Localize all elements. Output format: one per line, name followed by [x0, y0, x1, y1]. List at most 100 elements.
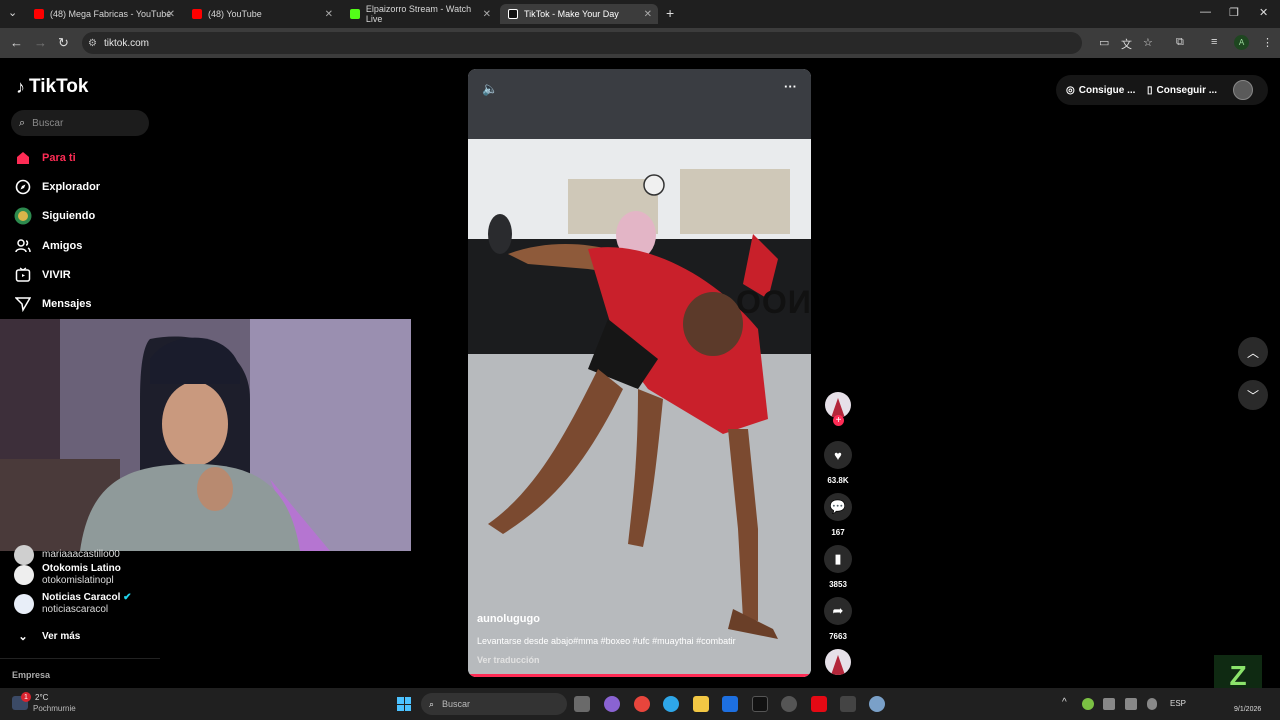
video-progress-bar[interactable] — [468, 674, 811, 677]
heart-icon: ♥ — [834, 447, 842, 463]
tiktok-icon — [508, 9, 518, 19]
extensions-icon[interactable]: ⧉ — [1176, 36, 1184, 49]
copilot-icon[interactable] — [604, 696, 620, 712]
pill-label: Consigue ... — [1078, 84, 1136, 96]
nav-for-you[interactable]: Para ti — [14, 149, 76, 167]
browser-tab-active[interactable]: TikTok - Make Your Day ✕ — [500, 4, 658, 24]
close-tab-icon[interactable]: ✕ — [483, 9, 491, 20]
taskbar-search[interactable]: ⌕ Buscar — [421, 693, 567, 715]
nav-label: Siguiendo — [42, 210, 96, 222]
account-avatar — [14, 565, 34, 585]
browser-tab[interactable]: (48) YouTube ✕ — [184, 4, 339, 24]
browser-tab-strip: ⌄ (48) Mega Fabricas - YouTube ✕ (48) Yo… — [0, 0, 1280, 28]
nav-friends[interactable]: Amigos — [14, 237, 82, 255]
like-count: 63.8K — [827, 476, 849, 485]
maximize-icon[interactable]: ❐ — [1229, 6, 1239, 19]
next-video-button[interactable]: ﹀ — [1238, 380, 1268, 410]
task-view-icon[interactable] — [574, 696, 590, 712]
start-icon[interactable] — [397, 697, 411, 711]
see-translation-link[interactable]: Ver traducción — [477, 655, 540, 665]
tray-icon[interactable] — [1103, 698, 1115, 710]
tab-title: (48) Mega Fabricas - YouTube — [50, 9, 172, 19]
tab-title: (48) YouTube — [208, 9, 262, 19]
tab-title: TikTok - Make Your Day — [524, 9, 619, 19]
video-author[interactable]: aunolugugo — [477, 613, 540, 625]
system-date[interactable]: 9/1/2026 — [1234, 706, 1261, 713]
tray-icon[interactable] — [1125, 698, 1137, 710]
share-button[interactable]: ➦ — [824, 597, 852, 625]
url-text: tiktok.com — [104, 37, 150, 49]
edge-icon[interactable] — [663, 696, 679, 712]
music-disc-avatar[interactable] — [825, 649, 851, 675]
url-bar[interactable]: ⚙ tiktok.com — [82, 32, 1082, 54]
nav-messages[interactable]: Mensajes — [14, 295, 92, 313]
tray-icon[interactable] — [1082, 698, 1094, 710]
forward-icon[interactable]: → — [34, 35, 47, 50]
profile-avatar[interactable]: A — [1234, 35, 1249, 50]
like-button[interactable]: ♥ — [824, 441, 852, 469]
more-options-icon[interactable]: ··· — [784, 79, 797, 94]
following-account[interactable]: Noticias Caracol ✔ noticiascaracol — [14, 592, 132, 616]
settings-icon[interactable] — [869, 696, 885, 712]
translate-icon[interactable]: 文 — [1121, 36, 1132, 52]
comment-icon: 💬 — [829, 499, 847, 514]
get-coins-button[interactable]: ◎ Consigue ... — [1066, 77, 1135, 103]
new-tab-icon[interactable]: + — [666, 5, 674, 21]
volume-icon[interactable]: 🔈 — [482, 81, 498, 97]
tab-search-icon[interactable]: ⌄ — [8, 6, 17, 19]
youtube-icon — [192, 9, 202, 19]
close-window-icon[interactable]: ✕ — [1259, 6, 1268, 19]
close-tab-icon[interactable]: ✕ — [644, 9, 652, 20]
verified-icon: ✔ — [123, 592, 132, 603]
menu-icon[interactable]: ⋮ — [1262, 36, 1273, 49]
chevron-up-icon[interactable]: ^ — [1062, 697, 1067, 708]
reading-list-icon[interactable]: ≡ — [1211, 36, 1217, 48]
app-icon[interactable] — [840, 696, 856, 712]
close-tab-icon[interactable]: ✕ — [167, 9, 175, 20]
account-name: Otokomis Latino — [42, 563, 121, 574]
footer-link[interactable]: Empresa — [12, 670, 50, 680]
back-icon[interactable]: ← — [10, 35, 23, 50]
netflix-icon[interactable] — [811, 696, 827, 712]
account-name-row: Noticias Caracol ✔ — [42, 592, 132, 604]
tiktok-logo[interactable]: ♪ TikTok — [16, 76, 88, 98]
comment-button[interactable]: 💬 — [824, 493, 852, 521]
follow-plus-icon[interactable]: + — [833, 415, 844, 426]
reload-icon[interactable]: ↻ — [58, 35, 69, 51]
share-icon: ➦ — [832, 603, 844, 618]
following-account[interactable]: Otokomis Latino otokomislatinopl — [14, 563, 121, 587]
close-tab-icon[interactable]: ✕ — [325, 9, 333, 20]
tiktok-app-icon[interactable] — [752, 696, 768, 712]
site-info-icon[interactable]: ⚙ — [88, 38, 97, 49]
nav-live[interactable]: VIVIR — [14, 266, 71, 284]
nav-explore[interactable]: Explorador — [14, 178, 100, 196]
store-icon[interactable] — [722, 696, 738, 712]
video-caption: Levantarse desde abajo#mma #boxeo #ufc #… — [477, 636, 736, 646]
browser-tab[interactable]: Elpaizorro Stream - Watch Live ✕ — [342, 4, 497, 24]
search-icon: ⌕ — [429, 698, 435, 709]
nav-label: Mensajes — [42, 298, 92, 310]
account-name: Noticias Caracol — [42, 592, 121, 603]
microphone-icon[interactable] — [1147, 698, 1157, 710]
see-more-button[interactable]: ⌄ Ver más — [14, 627, 80, 645]
browser-tab[interactable]: (48) Mega Fabricas - YouTube ✕ — [26, 4, 181, 24]
pill-label: Conseguir ... — [1156, 84, 1218, 96]
following-account[interactable]: mariaaacastillo00 — [14, 545, 120, 565]
previous-video-button[interactable]: ︿ — [1238, 337, 1268, 367]
get-app-button[interactable]: ▯ Conseguir ... — [1147, 77, 1217, 103]
following-avatar — [14, 207, 32, 225]
obs-icon[interactable] — [781, 696, 797, 712]
file-explorer-icon[interactable] — [693, 696, 709, 712]
search-input[interactable]: ⌕ Buscar — [11, 110, 149, 136]
message-icon — [14, 295, 32, 313]
save-button[interactable]: ▮ — [824, 545, 852, 573]
youtube-icon — [34, 9, 44, 19]
language-indicator[interactable]: ESP — [1170, 699, 1186, 708]
cast-icon[interactable]: ▭ — [1099, 36, 1109, 49]
minimize-icon[interactable]: — — [1200, 6, 1211, 18]
bookmark-star-icon[interactable]: ☆ — [1143, 36, 1153, 49]
video-player[interactable]: 🔈 ··· NOO aunolugugo Levantarse desde ab… — [468, 69, 811, 677]
chrome-icon[interactable] — [634, 696, 650, 712]
user-avatar[interactable] — [1233, 80, 1253, 100]
nav-following[interactable]: Siguiendo — [14, 207, 95, 225]
